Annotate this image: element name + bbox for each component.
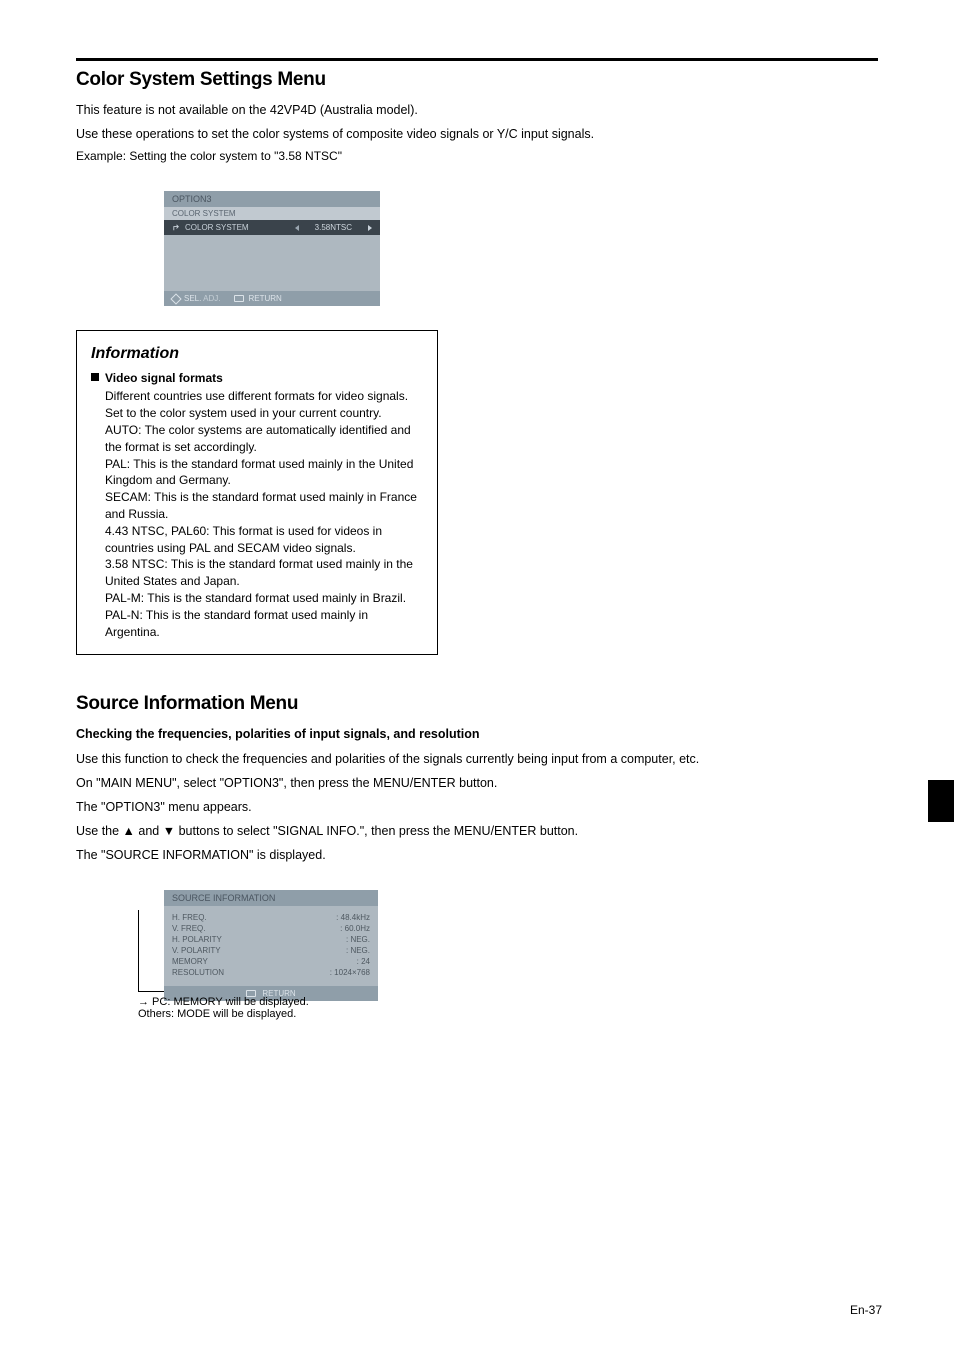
leader-line: [138, 910, 164, 992]
osd2-title: SOURCE INFORMATION: [164, 890, 378, 906]
info-item-3: 4.43 NTSC, PAL60: This format is used fo…: [105, 523, 423, 557]
osd1-footer: SEL. ADJ. RETURN: [164, 291, 380, 306]
osd-color-system: OPTION3 COLOR SYSTEM COLOR SYSTEM 3.58NT…: [164, 191, 380, 306]
info-title: Information: [91, 343, 423, 365]
osd1-title: OPTION3: [164, 191, 380, 207]
osd-source-info: SOURCE INFORMATION H. FREQ.: 48.4kHz V. …: [164, 890, 378, 1001]
osd1-footer-ret: RETURN: [248, 294, 281, 303]
info-item-0: AUTO: The color systems are automaticall…: [105, 422, 423, 456]
osd2-row-4: MEMORY: 24: [172, 956, 370, 967]
osd1-row-selected[interactable]: COLOR SYSTEM 3.58NTSC: [164, 220, 380, 235]
osd1-row-empty1: [164, 235, 380, 249]
box-icon: [234, 295, 244, 302]
section1-heading: Color System Settings Menu: [76, 69, 878, 91]
page: Color System Settings Menu This feature …: [0, 0, 954, 1099]
section2-desc: Use this function to check the frequenci…: [76, 750, 878, 768]
info-item-6: PAL-N: This is the standard format used …: [105, 607, 423, 641]
section1-desc: Use these operations to set the color sy…: [76, 125, 878, 143]
osd1-footer-sel: SEL. ADJ.: [184, 294, 220, 303]
section2-steps3: Use the ▲ and ▼ buttons to select "SIGNA…: [76, 822, 878, 840]
osd2-row-5: RESOLUTION: 1024×768: [172, 967, 370, 978]
osd2-body: H. FREQ.: 48.4kHz V. FREQ.: 60.0Hz H. PO…: [164, 906, 378, 986]
osd2-row-1: V. FREQ.: 60.0Hz: [172, 923, 370, 934]
section2-heading: Source Information Menu: [76, 693, 878, 715]
osd1-subhead: COLOR SYSTEM: [164, 207, 380, 220]
top-rule: [76, 58, 878, 61]
osd1-row-value-wrap: 3.58NTSC: [295, 223, 372, 232]
osd1-body: [164, 249, 380, 291]
side-tab: [928, 780, 954, 822]
leader-label: → PC: MEMORY will be displayed. Others: …: [138, 996, 309, 1020]
osd2-wrap: SOURCE INFORMATION H. FREQ.: 48.4kHz V. …: [164, 890, 878, 1001]
osd2-row-3: V. POLARITY: NEG.: [172, 945, 370, 956]
return-arrow-icon: [172, 223, 181, 232]
section2-sub: Checking the frequencies, polarities of …: [76, 725, 878, 743]
section1-example: Example: Setting the color system to "3.…: [76, 149, 878, 163]
page-number: En-37: [850, 1303, 882, 1317]
info-item-1: PAL: This is the standard format used ma…: [105, 456, 423, 490]
section1-intro: This feature is not available on the 42V…: [76, 101, 878, 119]
information-box: Information Video signal formats Differe…: [76, 330, 438, 655]
osd1-row-label: COLOR SYSTEM: [185, 223, 249, 232]
info-item-4: 3.58 NTSC: This is the standard format u…: [105, 556, 423, 590]
info-item-2: SECAM: This is the standard format used …: [105, 489, 423, 523]
square-bullet-icon: [91, 373, 99, 381]
triangle-right-icon: [368, 225, 372, 231]
info-bullet-heading: Video signal formats: [105, 370, 223, 387]
section2-steps4: The "SOURCE INFORMATION" is displayed.: [76, 846, 878, 864]
info-item-5: PAL-M: This is the standard format used …: [105, 590, 423, 607]
triangle-left-icon: [295, 225, 299, 231]
osd1-row-value: 3.58NTSC: [315, 223, 352, 232]
osd2-row-2: H. POLARITY: NEG.: [172, 934, 370, 945]
osd2-row-0: H. FREQ.: 48.4kHz: [172, 912, 370, 923]
section2-steps2: The "OPTION3" menu appears.: [76, 798, 878, 816]
info-lead-in: Different countries use different format…: [105, 388, 423, 422]
section2-steps: On "MAIN MENU", select "OPTION3", then p…: [76, 774, 878, 792]
diamond-icon: [170, 293, 181, 304]
